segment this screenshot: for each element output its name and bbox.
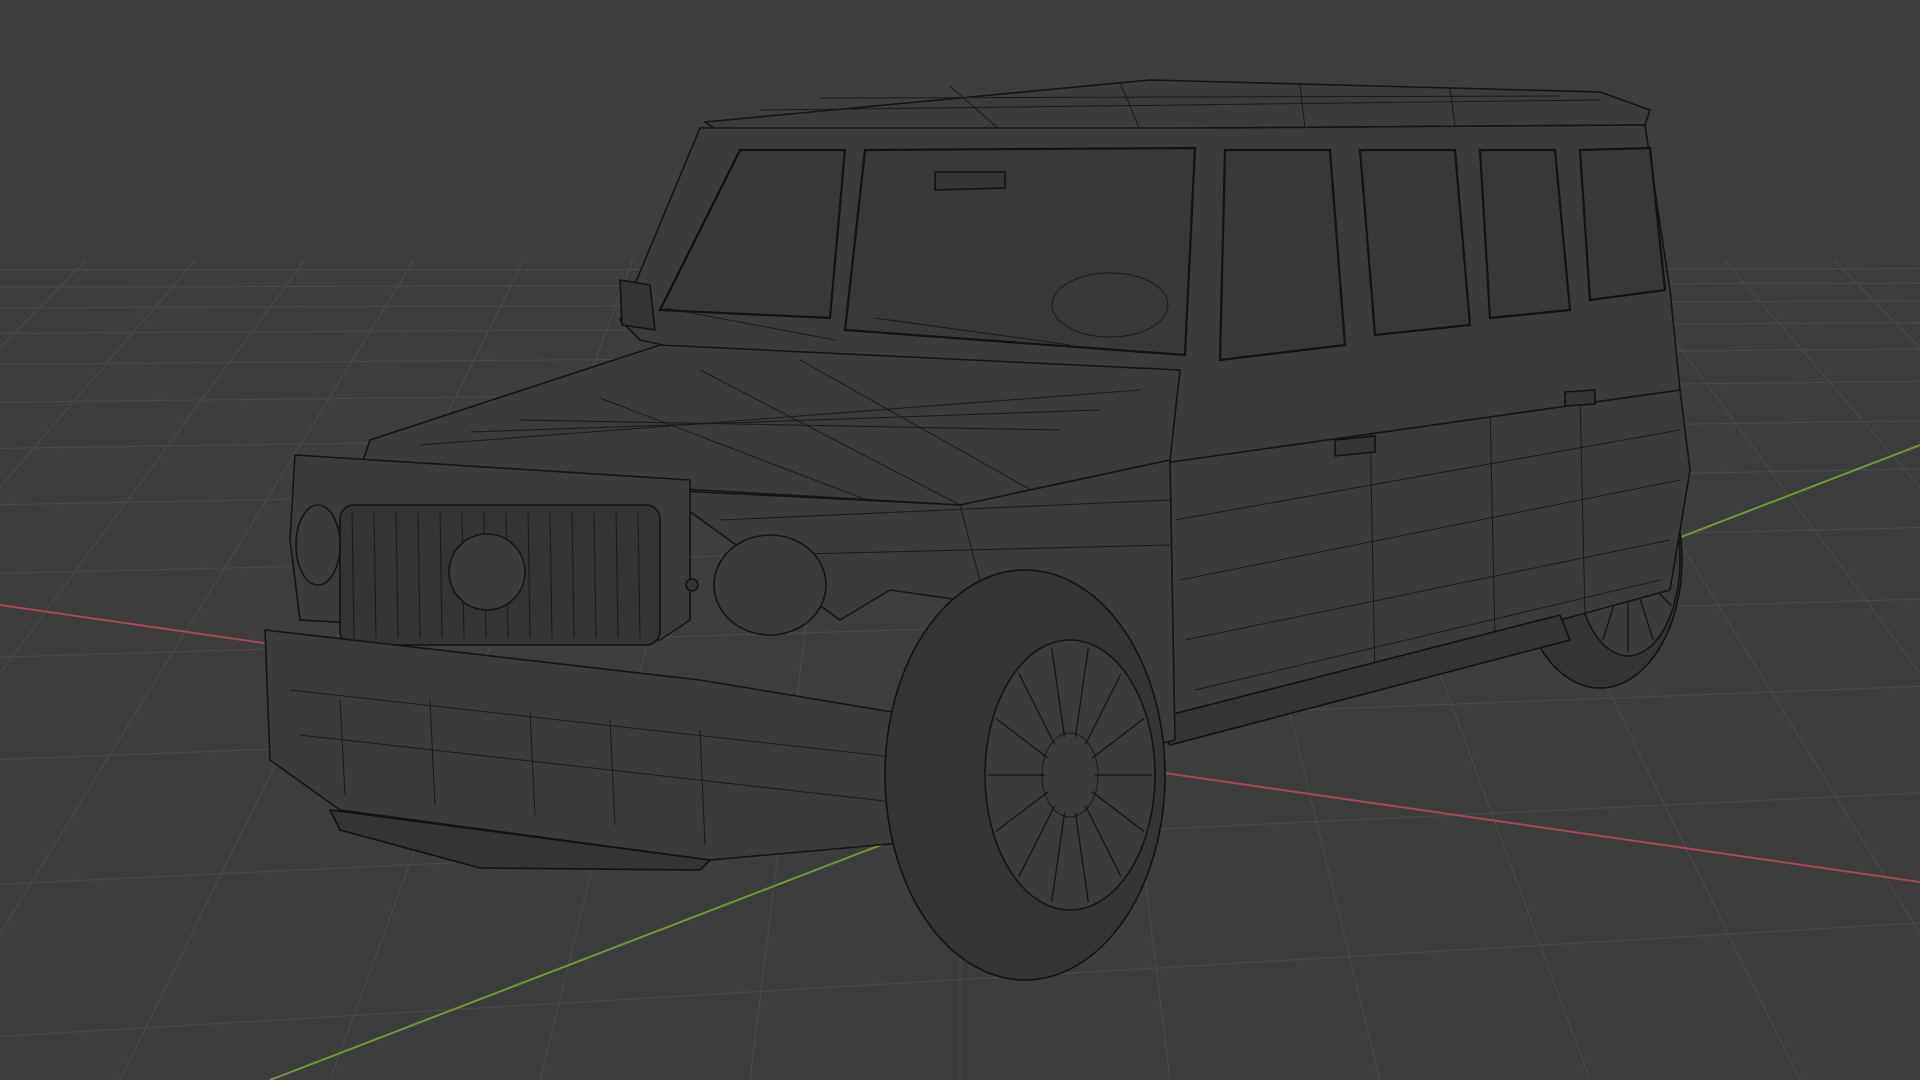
side-mirror [619, 279, 656, 331]
grid-line [0, 259, 197, 489]
grid-line [1833, 259, 1920, 349]
rear-door-window [1358, 148, 1472, 337]
roof [704, 79, 1651, 133]
windshield-right [843, 146, 1197, 357]
suv-wireframe-model[interactable] [264, 79, 1691, 981]
rear-view-mirror [934, 171, 1006, 191]
headlight-left [295, 504, 341, 586]
3d-viewport[interactable] [0, 0, 1920, 1080]
indicator-light [685, 578, 699, 592]
rear-quarter-window [1478, 148, 1572, 320]
grille-emblem [448, 533, 526, 611]
viewport-canvas[interactable] [0, 0, 1920, 1080]
front-bumper [264, 629, 941, 871]
grid-line [0, 259, 306, 675]
door-handle [1334, 435, 1376, 457]
front-wheel[interactable] [884, 569, 1166, 981]
rear-side-window [1578, 146, 1667, 302]
headlight-right [713, 534, 827, 636]
grid-line [0, 259, 87, 349]
front-door-window [1218, 148, 1347, 362]
rear-door-handle [1564, 389, 1596, 407]
